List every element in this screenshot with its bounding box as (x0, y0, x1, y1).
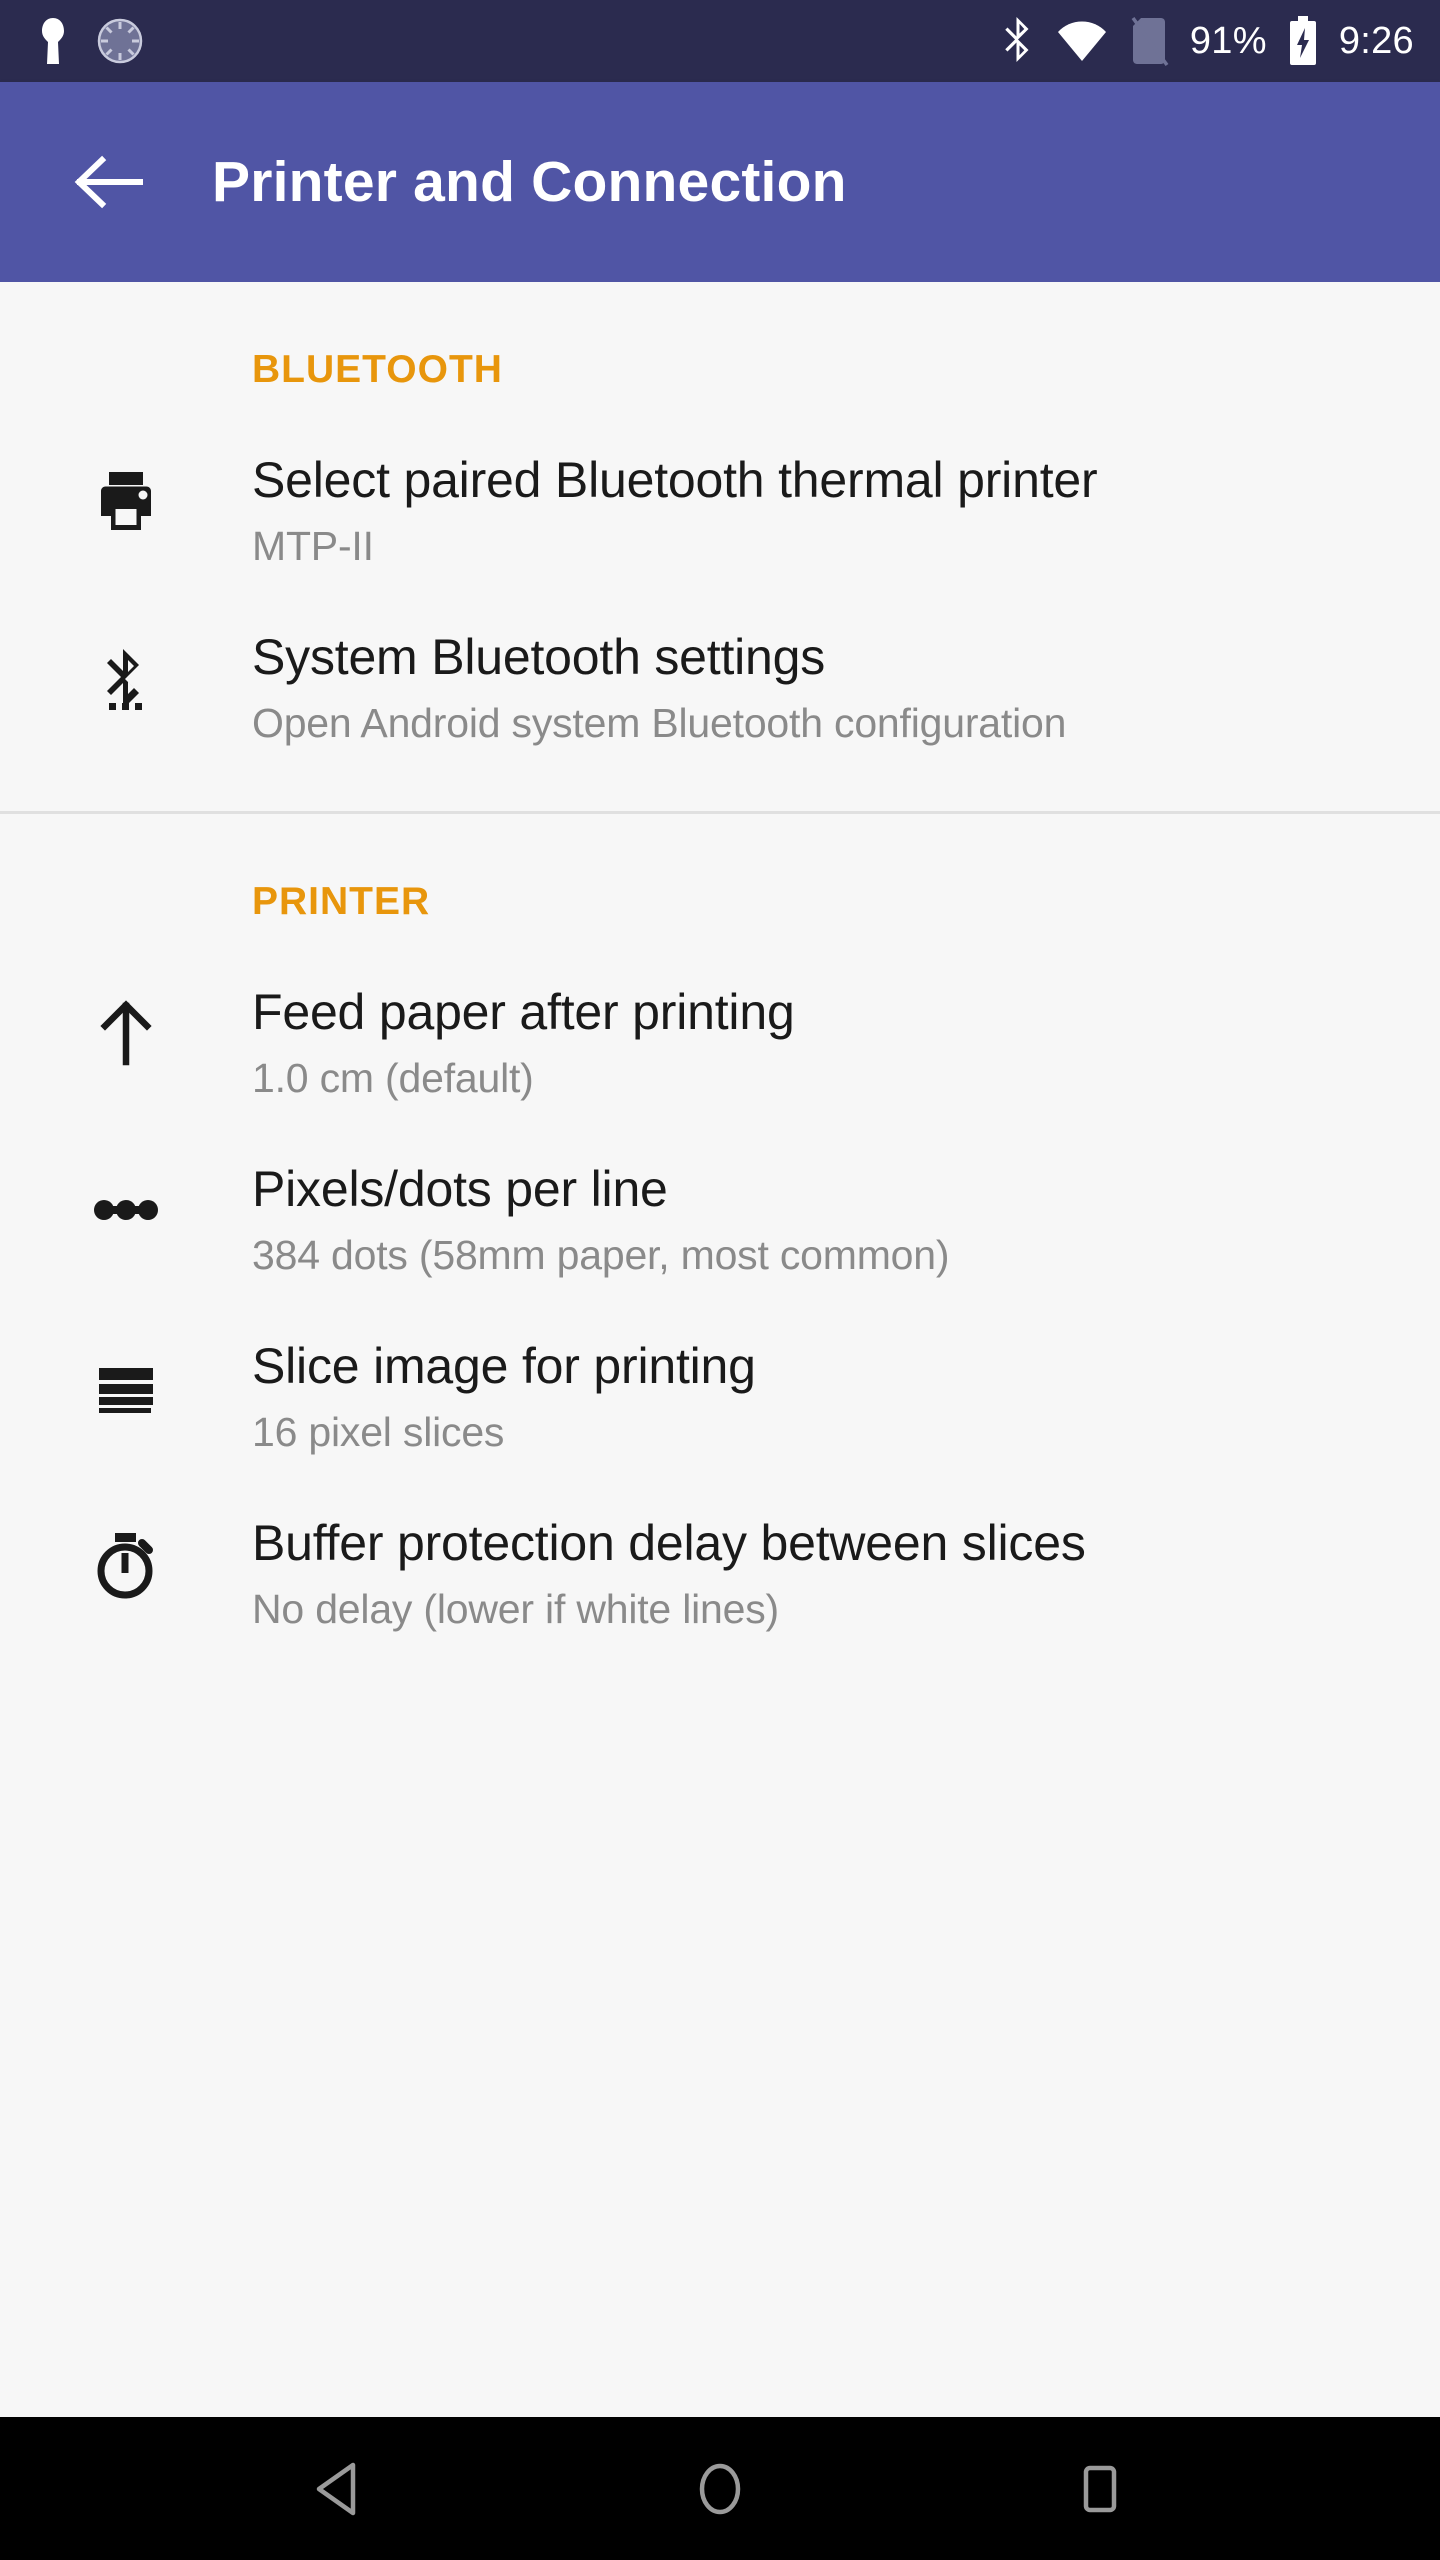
pref-title: Pixels/dots per line (252, 1160, 668, 1217)
pref-summary: 384 dots (58mm paper, most common) (252, 1231, 950, 1278)
pref-title: Feed paper after printing (252, 983, 795, 1040)
nav-home-circle-icon (699, 2463, 741, 2514)
pref-text-block: System Bluetooth settings Open Android s… (252, 625, 1380, 750)
pref-system-bluetooth-settings[interactable]: System Bluetooth settings Open Android s… (0, 599, 1440, 776)
nav-home-button[interactable] (650, 2417, 790, 2560)
pref-text-block: Slice image for printing 16 pixel slices (252, 1334, 1380, 1459)
app-bar: Printer and Connection (0, 82, 1440, 282)
pref-feed-paper[interactable]: Feed paper after printing 1.0 cm (defaul… (0, 954, 1440, 1131)
page-title: Printer and Connection (212, 150, 847, 214)
pref-summary: No delay (lower if white lines) (252, 1586, 780, 1633)
slices-icon (0, 1334, 252, 1424)
keyhole-notification-icon (36, 15, 70, 67)
stopwatch-icon (0, 1511, 252, 1601)
section-bluetooth: BLUETOOTH Select paired Bluetooth therma… (0, 282, 1440, 814)
status-bar-notifications (36, 15, 144, 67)
nav-back-triangle-icon (316, 2462, 356, 2515)
arrow-up-icon (0, 980, 252, 1070)
pref-text-block: Buffer protection delay between slices N… (252, 1511, 1380, 1636)
back-button[interactable] (62, 136, 154, 228)
dots-per-line-icon (0, 1157, 252, 1247)
pref-buffer-delay[interactable]: Buffer protection delay between slices N… (0, 1485, 1440, 1662)
section-header-bluetooth: BLUETOOTH (252, 348, 503, 391)
no-sim-icon (1128, 15, 1170, 67)
battery-charging-icon (1287, 15, 1319, 67)
section-header-printer: PRINTER (252, 879, 431, 923)
pref-title: System Bluetooth settings (252, 629, 826, 686)
navigation-bar (0, 2417, 1440, 2560)
pref-title: Slice image for printing (252, 1338, 756, 1395)
bluetooth-settings-icon (0, 625, 252, 715)
pref-text-block: Pixels/dots per line 384 dots (58mm pape… (252, 1157, 1380, 1282)
pref-summary: MTP-II (252, 523, 374, 569)
pref-title: Buffer protection delay between slices (252, 1515, 1086, 1572)
status-bar-clock: 9:26 (1338, 20, 1414, 62)
pref-text-block: Feed paper after printing 1.0 cm (defaul… (252, 980, 1380, 1105)
phone-screen: 91% 9:26 Printer and Connection BLUETOOT… (0, 0, 1440, 2560)
pref-summary: Open Android system Bluetooth configurat… (252, 700, 1067, 747)
bluetooth-icon (1000, 15, 1036, 67)
pref-select-paired-printer[interactable]: Select paired Bluetooth thermal printer … (0, 422, 1440, 599)
printer-icon (0, 448, 252, 538)
pref-text-block: Select paired Bluetooth thermal printer … (252, 448, 1380, 573)
dimmed-circle-notification-icon (96, 17, 144, 65)
status-bar-system-icons: 91% 9:26 (1000, 15, 1414, 67)
pref-pixels-per-line[interactable]: Pixels/dots per line 384 dots (58mm pape… (0, 1131, 1440, 1308)
section-printer: PRINTER Feed paper after printing 1.0 cm… (0, 813, 1440, 1663)
battery-percent-label: 91% (1189, 20, 1267, 62)
pref-summary: 1.0 cm (default) (252, 1054, 534, 1101)
arrow-back-icon (74, 155, 143, 209)
pref-slice-image[interactable]: Slice image for printing 16 pixel slices (0, 1308, 1440, 1485)
settings-list[interactable]: BLUETOOTH Select paired Bluetooth therma… (0, 282, 1440, 2417)
wifi-icon (1056, 19, 1108, 63)
nav-back-button[interactable] (270, 2417, 410, 2560)
nav-recents-square-icon (1083, 2465, 1117, 2512)
status-bar: 91% 9:26 (0, 0, 1440, 82)
pref-summary: 16 pixel slices (252, 1409, 505, 1456)
nav-recents-button[interactable] (1030, 2417, 1170, 2560)
pref-title: Select paired Bluetooth thermal printer (252, 452, 1098, 508)
